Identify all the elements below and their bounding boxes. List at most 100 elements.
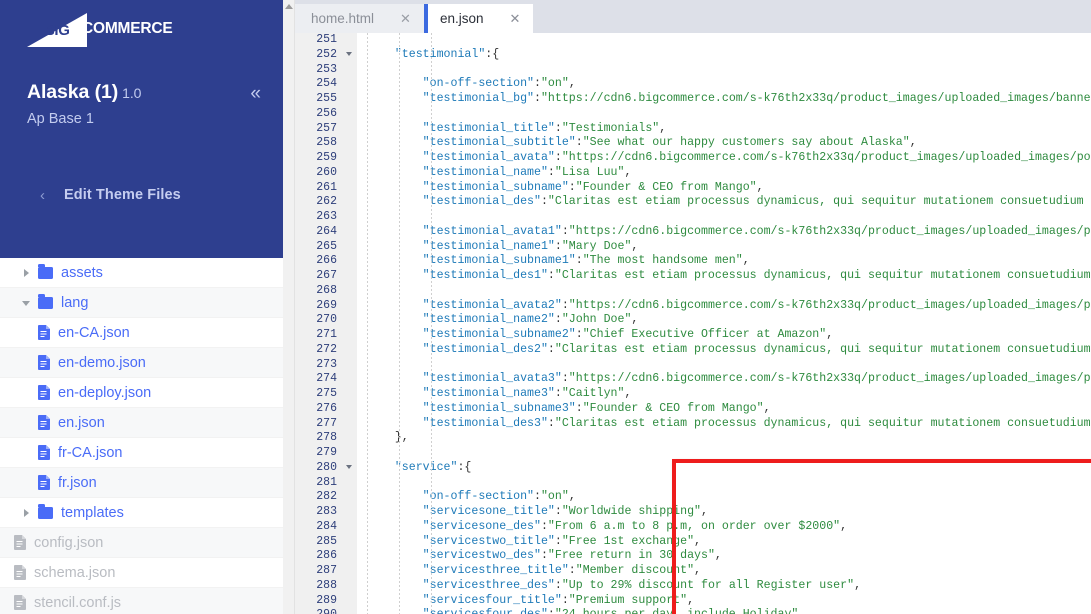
scroll-up-arrow-icon[interactable]: [285, 4, 293, 9]
line-number-value: 284: [316, 519, 337, 533]
line-number: 276: [295, 402, 357, 417]
close-icon[interactable]: ✕: [400, 11, 411, 27]
theme-variation: Ap Base 1: [27, 111, 94, 127]
line-number-value: 287: [316, 564, 337, 577]
line-number-value: 259: [316, 151, 337, 164]
line-number-value: 280: [316, 460, 337, 474]
line-number-value: 270: [316, 313, 337, 327]
chevron-right-icon[interactable]: [22, 508, 32, 518]
code-line[interactable]: [357, 446, 1091, 461]
line-number: 266: [295, 254, 357, 269]
line-number-value: 266: [316, 254, 337, 268]
editor-tab-home-html[interactable]: home.html ✕: [295, 4, 424, 33]
code-line[interactable]: "testimonial_subtitle":"See what our hap…: [357, 136, 1091, 151]
code-line[interactable]: "servicestwo_des":"Free return in 30 day…: [357, 549, 1091, 564]
code-line[interactable]: "testimonial_avata1":"https://cdn6.bigco…: [357, 225, 1091, 240]
code-line[interactable]: [357, 210, 1091, 225]
line-number-value: 265: [316, 239, 337, 253]
code-line[interactable]: [357, 63, 1091, 78]
code-line[interactable]: [357, 476, 1091, 491]
tree-item-en-deploy-json[interactable]: en-deploy.json: [0, 378, 283, 408]
code-line[interactable]: "testimonial_des3":"Claritas est etiam p…: [357, 417, 1091, 432]
theme-info: Alaska (1) 1.0 Ap Base 1: [27, 81, 141, 127]
code-line[interactable]: "testimonial_subname2":"Chief Executive …: [357, 328, 1091, 343]
line-number-value: 289: [316, 593, 337, 607]
edit-theme-files-nav-item[interactable]: ‹ Edit Theme Files: [0, 180, 283, 210]
code-line[interactable]: "service":{: [357, 461, 1091, 476]
code-content[interactable]: "testimonial":{ "on-off-section":"on", "…: [357, 33, 1091, 614]
code-line[interactable]: "servicesfour_des":"24 hours per day, in…: [357, 608, 1091, 614]
code-line[interactable]: "on-off-section":"on",: [357, 490, 1091, 505]
code-line[interactable]: "servicesfour_title":"Premium support",: [357, 594, 1091, 609]
tree-item-lang[interactable]: lang: [0, 288, 283, 318]
code-line[interactable]: "testimonial_subname3":"Founder & CEO fr…: [357, 402, 1091, 417]
code-line[interactable]: "testimonial_des":"Claritas est etiam pr…: [357, 195, 1091, 210]
sidebar-scrollbar[interactable]: [283, 0, 295, 614]
code-line[interactable]: "on-off-section":"on",: [357, 77, 1091, 92]
tree-item-en-json[interactable]: en.json: [0, 408, 283, 438]
code-line[interactable]: "servicesthree_title":"Member discount",: [357, 564, 1091, 579]
code-line[interactable]: "testimonial_name":"Lisa Luu",: [357, 166, 1091, 181]
tree-item-fr-ca-json[interactable]: fr-CA.json: [0, 438, 283, 468]
tree-item-en-demo-json[interactable]: en-demo.json: [0, 348, 283, 378]
tree-item-assets[interactable]: assets: [0, 258, 283, 288]
code-editor: home.html ✕ en.json ✕ 251 252 253 254 255 256 257…: [295, 0, 1091, 614]
code-line[interactable]: "testimonial_name2":"John Doe",: [357, 313, 1091, 328]
code-line[interactable]: [357, 358, 1091, 373]
tree-item-en-ca-json[interactable]: en-CA.json: [0, 318, 283, 348]
code-line[interactable]: "servicestwo_title":"Free 1st exchange",: [357, 535, 1091, 550]
logo-big-text: BIG: [44, 22, 70, 39]
line-number: 259: [295, 151, 357, 166]
code-area[interactable]: 251 252 253 254 255 256 257 258 259 260 261 262 263 2…: [295, 33, 1091, 614]
code-line[interactable]: "testimonial_avata3":"https://cdn6.bigco…: [357, 372, 1091, 387]
bigcommerce-logo-mark: BIG: [27, 13, 87, 47]
code-line[interactable]: "testimonial_des2":"Claritas est etiam p…: [357, 343, 1091, 358]
line-number-gutter: 251 252 253 254 255 256 257 258 259 260 261 262 263 2…: [295, 33, 357, 614]
code-line[interactable]: "testimonial":{: [357, 48, 1091, 63]
sidebar-header: BIG COMMERCE Alaska (1) 1.0 Ap Base 1 « ‹…: [0, 0, 283, 258]
code-line[interactable]: "testimonial_subname1":"The most handsom…: [357, 254, 1091, 269]
line-number: 277: [295, 417, 357, 432]
code-line[interactable]: [357, 33, 1091, 48]
code-line[interactable]: "testimonial_subname":"Founder & CEO fro…: [357, 181, 1091, 196]
line-number: 261: [295, 181, 357, 196]
tree-item-label: templates: [61, 504, 124, 521]
line-number-value: 274: [316, 372, 337, 386]
line-number: 271: [295, 328, 357, 343]
tree-item-fr-json[interactable]: fr.json: [0, 468, 283, 498]
code-line[interactable]: "testimonial_des1":"Claritas est etiam p…: [357, 269, 1091, 284]
tree-item-stencil-conf-js: stencil.conf.js: [0, 588, 283, 614]
code-line[interactable]: "servicesone_des":"From 6 a.m to 8 p.m, …: [357, 520, 1091, 535]
line-number: 285: [295, 535, 357, 550]
chevron-down-icon[interactable]: [22, 298, 32, 308]
line-number: 267: [295, 269, 357, 284]
code-line[interactable]: "testimonial_title":"Testimonials",: [357, 122, 1091, 137]
line-number: 290: [295, 608, 357, 614]
code-line[interactable]: "testimonial_name3":"Caitlyn",: [357, 387, 1091, 402]
fold-toggle-icon[interactable]: [346, 464, 352, 469]
code-line[interactable]: "servicesthree_des":"Up to 29% discount …: [357, 579, 1091, 594]
tree-item-templates[interactable]: templates: [0, 498, 283, 528]
code-line[interactable]: "testimonial_avata2":"https://cdn6.bigco…: [357, 299, 1091, 314]
tree-item-label: schema.json: [34, 564, 116, 581]
code-line[interactable]: "servicesone_title":"Worldwide shipping"…: [357, 505, 1091, 520]
code-line[interactable]: [357, 107, 1091, 122]
fold-toggle-icon[interactable]: [346, 51, 352, 56]
collapse-sidebar-button[interactable]: «: [250, 84, 261, 103]
code-line[interactable]: "testimonial_bg":"https://cdn6.bigcommer…: [357, 92, 1091, 107]
tree-item-label: fr.json: [58, 474, 97, 491]
line-number-value: 264: [316, 224, 337, 238]
code-line[interactable]: [357, 284, 1091, 299]
chevron-right-icon[interactable]: [22, 268, 32, 278]
line-number-value: 255: [316, 92, 337, 105]
line-number-value: 277: [316, 416, 337, 430]
line-number: 265: [295, 240, 357, 255]
line-number-value: 282: [316, 490, 337, 504]
code-line[interactable]: },: [357, 431, 1091, 446]
code-line[interactable]: "testimonial_name1":"Mary Doe",: [357, 240, 1091, 255]
close-icon[interactable]: ✕: [509, 11, 520, 27]
folder-icon: [38, 293, 53, 309]
editor-tab-en-json[interactable]: en.json ✕: [423, 4, 534, 33]
code-line[interactable]: "testimonial_avata":"https://cdn6.bigcom…: [357, 151, 1091, 166]
indent-guide: [367, 33, 368, 614]
